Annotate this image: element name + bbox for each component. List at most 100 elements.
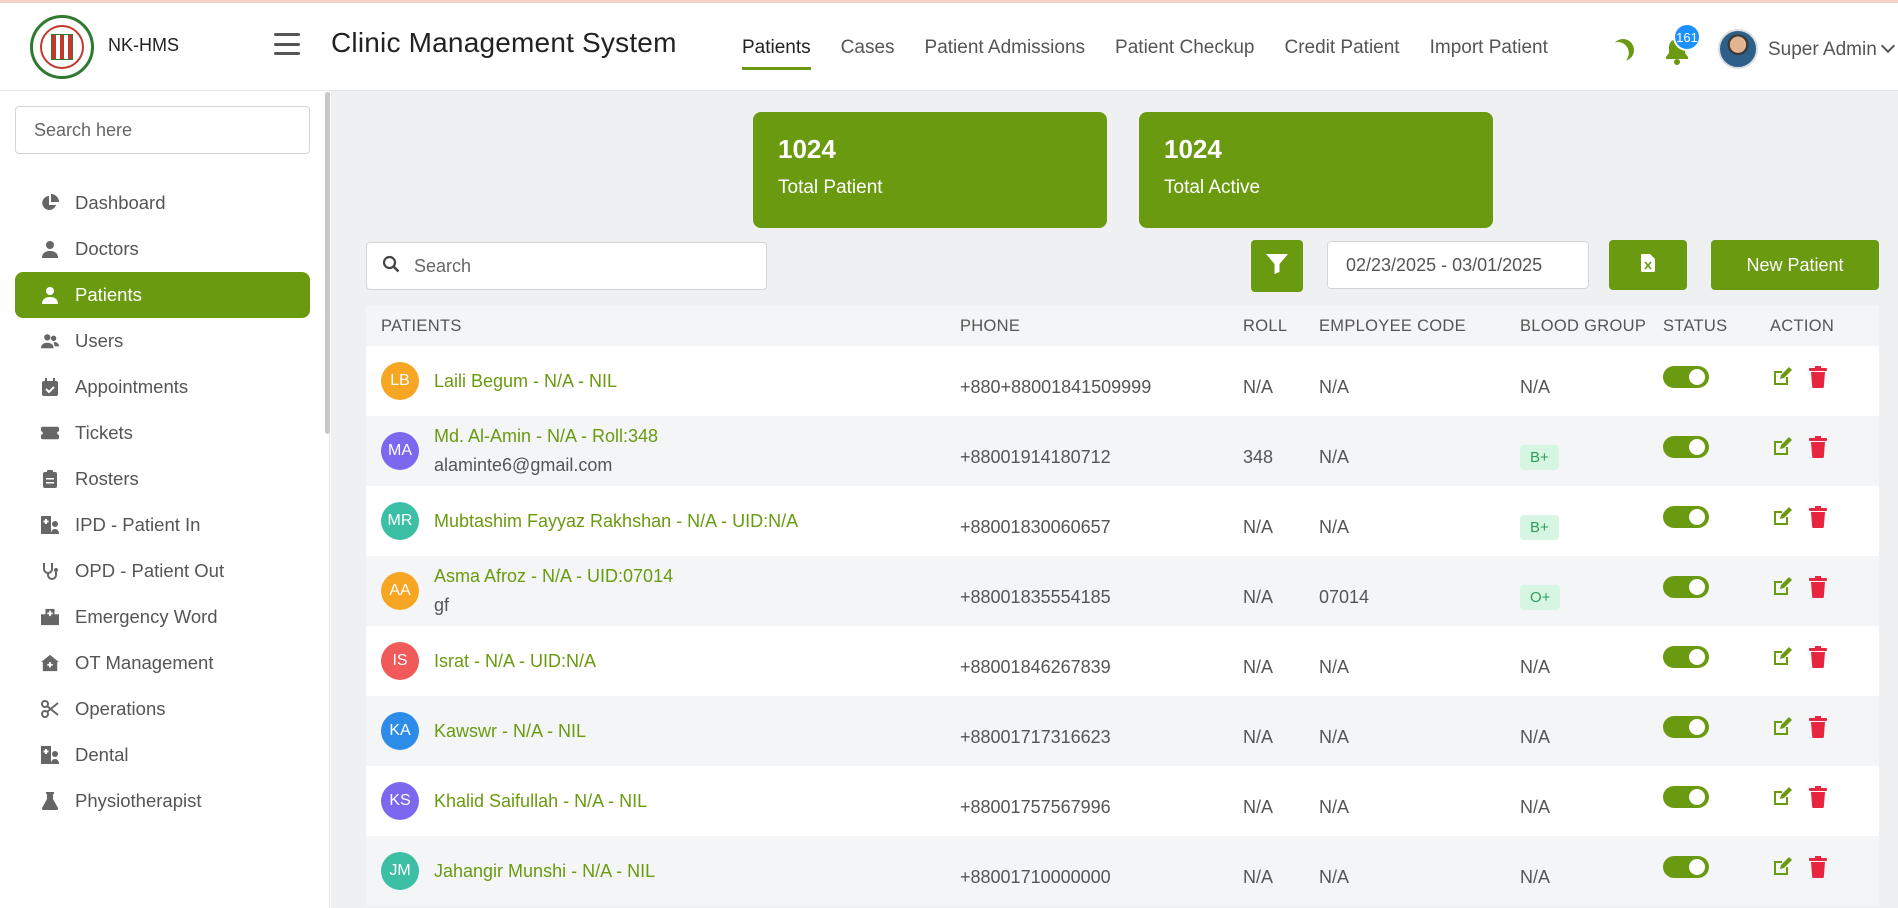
edit-icon[interactable] [1770,505,1794,529]
patient-name-link[interactable]: Mubtashim Fayyaz Rakhshan - N/A - UID:N/… [434,511,798,532]
sidebar-item-ot-management[interactable]: OT Management [15,640,310,686]
topnav-patients[interactable]: Patients [742,37,811,70]
trash-icon[interactable] [1806,785,1830,809]
col-header-status[interactable]: STATUS [1663,317,1770,336]
table-row: MA Md. Al-Amin - N/A - Roll:348 alaminte6@… [366,416,1879,486]
edit-icon[interactable] [1770,785,1794,809]
topnav-credit-patient[interactable]: Credit Patient [1284,37,1399,70]
new-patient-button[interactable]: New Patient [1711,240,1879,290]
patient-name-link[interactable]: Khalid Saifullah - N/A - NIL [434,791,647,812]
sidebar-search-input[interactable] [15,106,310,154]
trash-icon[interactable] [1806,855,1830,879]
edit-icon[interactable] [1770,645,1794,669]
app-title: Clinic Management System [331,27,677,58]
col-header-employee-code[interactable]: EMPLOYEE CODE [1319,317,1520,336]
trash-icon[interactable] [1806,505,1830,529]
status-cell [1663,506,1770,536]
col-header-patients[interactable]: PATIENTS [366,317,960,336]
trash-icon[interactable] [1806,645,1830,669]
action-cell [1770,505,1879,537]
menu-toggle-icon[interactable] [274,33,300,55]
trash-icon[interactable] [1806,575,1830,599]
patient-initials-avatar: JM [381,852,419,890]
date-range-picker[interactable]: 02/23/2025 - 03/01/2025 [1327,241,1589,289]
status-toggle[interactable] [1663,366,1709,388]
patient-name-link[interactable]: Laili Begum - N/A - NIL [434,371,617,392]
search-icon [382,255,400,278]
stat-label: Total Active [1164,177,1261,198]
blood-group-cell: N/A [1520,365,1663,398]
sidebar-scrollbar[interactable] [325,92,330,434]
roll-cell: N/A [1243,376,1274,397]
status-cell [1663,366,1770,396]
sidebar-item-operations[interactable]: Operations [15,686,310,732]
patient-cell: AA Asma Afroz - N/A - UID:07014 gf [366,566,960,616]
hospital-user-icon [41,516,59,534]
sidebar-item-appointments[interactable]: Appointments [15,364,310,410]
patient-name-link[interactable]: Jahangir Munshi - N/A - NIL [434,861,655,882]
status-toggle[interactable] [1663,716,1709,738]
sidebar-item-users[interactable]: Users [15,318,310,364]
edit-icon[interactable] [1770,575,1794,599]
patient-name-link[interactable]: Asma Afroz - N/A - UID:07014 [434,566,673,587]
user-menu[interactable]: Super Admin [1768,38,1895,61]
sidebar-item-tickets[interactable]: Tickets [15,410,310,456]
trash-icon[interactable] [1806,715,1830,739]
sidebar-item-dental[interactable]: Dental [15,732,310,778]
trash-icon[interactable] [1806,365,1830,389]
status-toggle[interactable] [1663,856,1709,878]
table-body: LB Laili Begum - N/A - NIL +880+8800184150… [366,346,1879,906]
col-header-roll[interactable]: ROLL [1243,317,1319,336]
sidebar-item-label: Rosters [75,468,139,489]
employee-code-cell: 07014 [1319,586,1370,607]
status-toggle[interactable] [1663,436,1709,458]
avatar[interactable] [1718,29,1758,69]
pie-chart-icon [41,194,59,212]
blood-group-value: N/A [1520,866,1551,887]
status-toggle[interactable] [1663,506,1709,528]
patient-name-link[interactable]: Israt - N/A - UID:N/A [434,651,596,672]
employee-code-cell: N/A [1319,726,1350,747]
status-toggle[interactable] [1663,646,1709,668]
sidebar-item-rosters[interactable]: Rosters [15,456,310,502]
edit-icon[interactable] [1770,855,1794,879]
edit-icon[interactable] [1770,715,1794,739]
roll-cell: 348 [1243,446,1274,467]
patient-name-link[interactable]: Kawswr - N/A - NIL [434,721,586,742]
status-toggle[interactable] [1663,576,1709,598]
topnav-patient-checkup[interactable]: Patient Checkup [1115,37,1254,70]
col-header-blood-group[interactable]: BLOOD GROUP [1520,317,1663,336]
patient-info: Mubtashim Fayyaz Rakhshan - N/A - UID:N/… [434,511,798,532]
export-excel-button[interactable] [1609,240,1687,290]
sidebar-item-ipd[interactable]: IPD - Patient In [15,502,310,548]
chevron-down-icon [1880,38,1895,54]
edit-icon[interactable] [1770,435,1794,459]
search-input[interactable] [414,255,744,277]
logo[interactable] [30,15,94,79]
sidebar-item-emergency-word[interactable]: Emergency Word [15,594,310,640]
patient-name-link[interactable]: Md. Al-Amin - N/A - Roll:348 [434,426,658,447]
hospital-user-icon [41,746,59,764]
edit-icon[interactable] [1770,365,1794,389]
trash-icon[interactable] [1806,435,1830,459]
patient-icon [41,286,59,304]
sidebar-item-dashboard[interactable]: Dashboard [15,180,310,226]
sidebar-item-label: Patients [75,284,142,305]
sidebar-item-opd[interactable]: OPD - Patient Out [15,548,310,594]
blood-group-cell: B+ [1520,503,1663,540]
sidebar-item-doctors[interactable]: Doctors [15,226,310,272]
topnav-cases[interactable]: Cases [841,37,895,70]
blood-group-value: N/A [1520,796,1551,817]
col-header-phone[interactable]: PHONE [960,317,1243,336]
patient-search[interactable] [366,242,767,290]
sidebar-item-label: Tickets [75,422,133,443]
table-row: KS Khalid Saifullah - N/A - NIL +880017575… [366,766,1879,836]
topnav-patient-admissions[interactable]: Patient Admissions [925,37,1086,70]
sidebar-item-physiotherapist[interactable]: Physiotherapist [15,778,310,824]
topnav-import-patient[interactable]: Import Patient [1430,37,1548,70]
moon-icon[interactable] [1608,35,1638,65]
filter-button[interactable] [1251,240,1303,292]
status-toggle[interactable] [1663,786,1709,808]
blood-group-badge: O+ [1520,584,1561,610]
sidebar-item-patients[interactable]: Patients [15,272,310,318]
